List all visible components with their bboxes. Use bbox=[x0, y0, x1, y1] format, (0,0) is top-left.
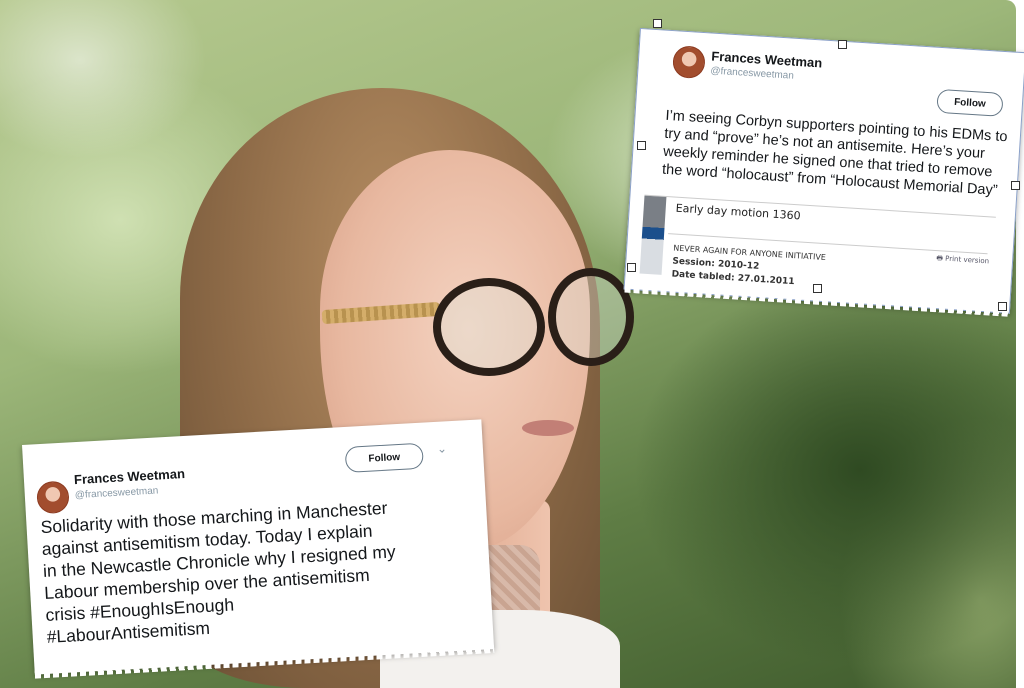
tweet-text: I’m seeing Corbyn supporters pointing to… bbox=[661, 107, 1008, 200]
print-label: Print version bbox=[944, 254, 990, 266]
tweet-text: Solidarity with those marching in Manche… bbox=[40, 492, 487, 648]
selection-handle-s[interactable] bbox=[813, 284, 822, 293]
printer-icon[interactable]: 🖶 Print version bbox=[936, 254, 989, 268]
lips bbox=[522, 420, 574, 436]
follow-button[interactable]: Follow bbox=[936, 88, 1004, 117]
chevron-down-icon[interactable]: ⌄ bbox=[436, 441, 447, 456]
selection-handle-w[interactable] bbox=[637, 141, 646, 150]
tweet-card-bottom[interactable]: Frances Weetman @francesweetman Follow ⌄… bbox=[22, 419, 495, 679]
edm-sidebar bbox=[639, 195, 667, 275]
edm-title: Early day motion 1360 bbox=[675, 201, 801, 223]
tweet-card-top[interactable]: Frances Weetman @francesweetman Follow I… bbox=[623, 28, 1024, 317]
selection-handle-nw[interactable] bbox=[653, 19, 662, 28]
glasses-lens-left bbox=[433, 278, 545, 376]
avatar[interactable] bbox=[36, 480, 70, 515]
selection-handle-sw[interactable] bbox=[627, 263, 636, 272]
edm-date: Date tabled: 27.01.2011 bbox=[671, 269, 795, 288]
glasses-lens-right bbox=[548, 268, 634, 366]
selection-handle-e[interactable] bbox=[1011, 181, 1020, 190]
selection-handle-se[interactable] bbox=[998, 302, 1007, 311]
selection-handle-n[interactable] bbox=[838, 40, 847, 49]
follow-button[interactable]: Follow bbox=[344, 442, 424, 473]
author-name[interactable]: Frances Weetman bbox=[74, 466, 186, 487]
author-handle[interactable]: @francesweetman bbox=[75, 485, 159, 501]
avatar[interactable] bbox=[671, 45, 706, 80]
